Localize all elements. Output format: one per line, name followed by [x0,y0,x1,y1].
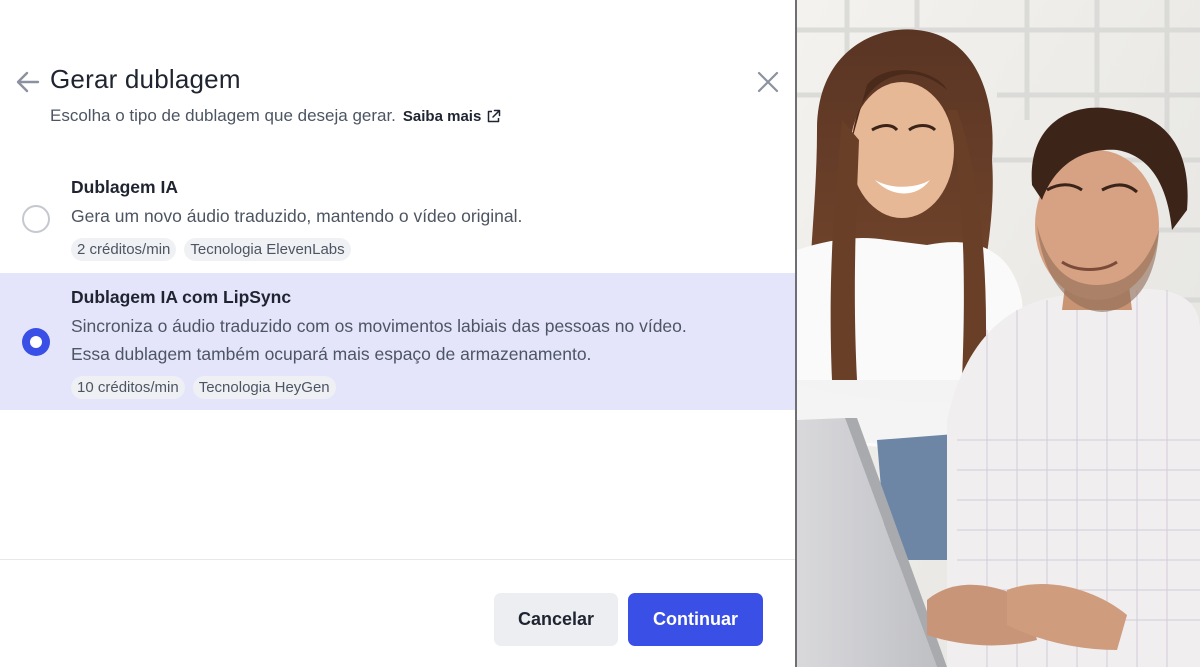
technology-tag: Tecnologia HeyGen [192,376,336,399]
option-tags: 10 créditos/min Tecnologia HeyGen [71,376,336,399]
option-title: Dublagem IA [71,177,178,197]
option-ai-dubbing[interactable]: Dublagem IA Gera um novo áudio traduzido… [0,170,795,270]
option-description: Gera um novo áudio traduzido, mantendo o… [71,206,523,226]
promo-photo [797,0,1200,667]
credits-tag: 2 créditos/min [71,238,177,261]
option-description-line2: Essa dublagem também ocupará mais espaço… [71,344,592,364]
back-button[interactable] [12,66,44,98]
cancel-button[interactable]: Cancelar [494,593,618,646]
option-title: Dublagem IA com LipSync [71,287,292,307]
option-tags: 2 créditos/min Tecnologia ElevenLabs [71,238,351,261]
close-button[interactable] [752,66,784,98]
external-link-icon [488,109,501,122]
radio-ai-dubbing[interactable] [22,205,50,233]
footer-divider [0,559,795,560]
subtitle-row: Escolha o tipo de dublagem que deseja ge… [50,106,501,126]
continue-button[interactable]: Continuar [628,593,763,646]
arrow-left-icon [16,71,40,93]
technology-tag: Tecnologia ElevenLabs [184,238,351,261]
dialog-title: Gerar dublagem [50,64,241,94]
learn-more-link[interactable]: Saiba mais [403,108,501,125]
option-ai-dubbing-lipsync[interactable]: Dublagem IA com LipSync Sincroniza o áud… [0,273,795,410]
option-description-line1: Sincroniza o áudio traduzido com os movi… [71,316,687,336]
dialog-subtitle: Escolha o tipo de dublagem que deseja ge… [50,106,396,125]
radio-ai-dubbing-lipsync[interactable] [22,328,50,356]
close-icon [757,71,779,93]
people-laptop-illustration [797,0,1200,667]
credits-tag: 10 créditos/min [71,376,185,399]
dubbing-dialog: Gerar dublagem Escolha o tipo de dublage… [0,0,795,667]
learn-more-label: Saiba mais [402,107,482,125]
